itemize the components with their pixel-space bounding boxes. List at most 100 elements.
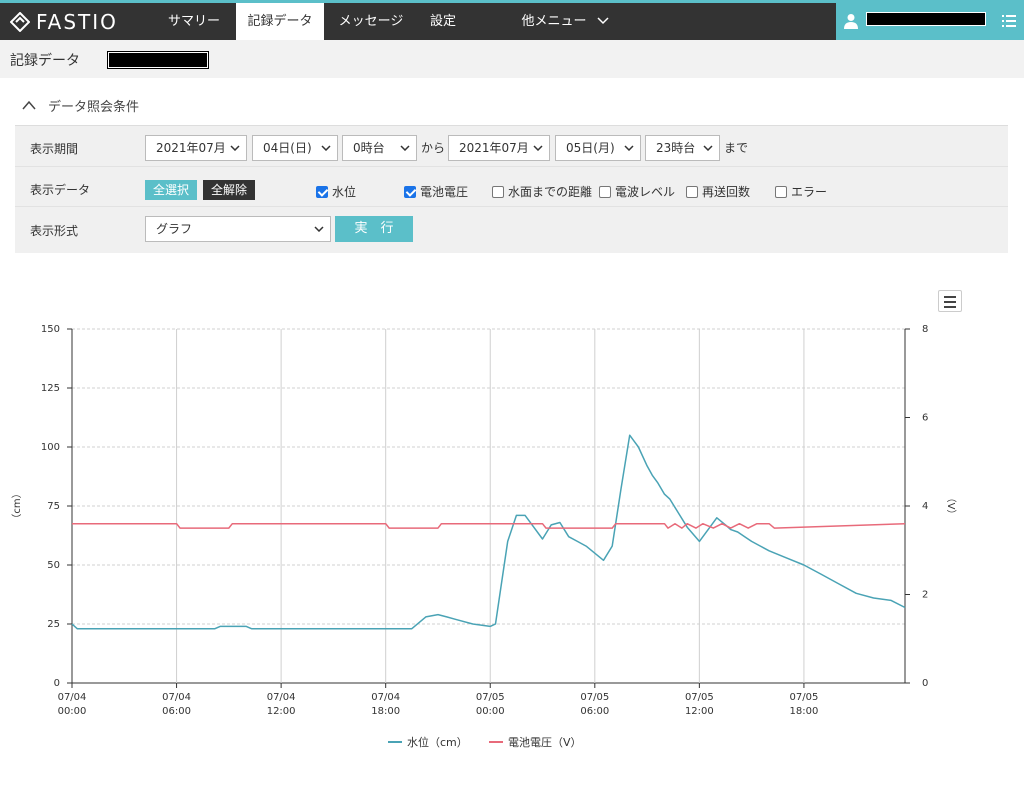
conditions-panel: 表示期間 2021年07月 04日(日) 0時台 から 2021年07月 05日… [15,125,1008,253]
format-row: 表示形式 グラフ 実 行 [15,207,1008,254]
x-tick-label-time: 00:00 [58,706,87,717]
x-tick-label-time: 18:00 [371,706,400,717]
x-tick-label-time: 12:00 [685,706,714,717]
from-month-value: 2021年07月 [156,141,226,155]
fastio-logo-icon [10,12,30,32]
chevron-down-icon [703,145,713,151]
to-month-value: 2021年07月 [459,141,529,155]
format-value: グラフ [156,222,193,236]
chevron-down-icon [400,145,410,151]
y-tick-label-left: 25 [47,619,60,630]
to-text: まで [724,141,749,155]
y-tick-label-left: 50 [47,560,60,571]
logo-text: FASTIO [36,10,118,34]
checkbox-resend-count[interactable]: 再送回数 [686,183,750,200]
logo[interactable]: FASTIO [10,8,118,36]
chevron-down-icon [314,226,324,232]
checkbox-box[interactable] [599,185,611,198]
y-tick-label-right: 4 [922,501,928,512]
y-tick-label-left: 100 [41,442,60,453]
to-month-select[interactable]: 2021年07月 [448,135,550,161]
checkbox-box[interactable] [404,185,416,198]
y-tick-label-right: 2 [922,590,928,601]
checkbox-box[interactable] [775,185,787,198]
checkbox-water-level[interactable]: 水位 [316,183,356,200]
run-button[interactable]: 実 行 [335,216,413,242]
nav-records[interactable]: 記録データ [236,3,324,40]
chart: 0 25 50 75 100 125 150 0 2 4 6 8 07/04 00:00 07/04 06:0… [11,324,957,749]
from-month-select[interactable]: 2021年07月 [145,135,247,161]
y-tick-label-right: 6 [922,413,928,424]
select-all-button[interactable]: 全選択 [145,180,197,200]
x-tick-label-date: 07/05 [685,692,714,703]
page-title: 記録データ [10,53,80,69]
checkbox-box[interactable] [316,185,328,198]
x-tick-label-date: 07/05 [580,692,609,703]
user-icon[interactable] [844,13,858,29]
hamburger-icon [944,296,956,298]
list-menu-icon[interactable] [1002,14,1016,28]
y-axis-label-right: （V） [945,493,957,520]
to-hour-select[interactable]: 23時台 [645,135,720,161]
y-tick-label-left: 125 [41,383,60,394]
format-label: 表示形式 [30,224,79,238]
from-day-select[interactable]: 04日(日) [252,135,338,161]
x-tick-label-time: 06:00 [162,706,191,717]
conditions-header-label: データ照会条件 [48,99,140,115]
checkbox-distance-to-water[interactable]: 水面までの距離 [492,183,592,200]
x-tick-label-time: 06:00 [580,706,609,717]
legend-label-battery-voltage: 電池電圧（V） [508,736,582,749]
y-tick-label-right: 8 [922,324,928,335]
to-day-value: 05日(月) [566,141,615,155]
chart-menu-button[interactable] [938,290,962,312]
x-tick-label-date: 07/05 [476,692,505,703]
to-hour-value: 23時台 [656,141,696,155]
data-label: 表示データ [30,183,91,197]
checkbox-battery-voltage[interactable]: 電池電圧 [404,183,468,200]
checkbox-error[interactable]: エラー [775,183,827,200]
checkbox-label: 電波レベル [615,185,676,199]
format-select[interactable]: グラフ [145,216,331,242]
nav-messages[interactable]: メッセージ [328,3,414,40]
nav-settings[interactable]: 設定 [420,3,466,40]
hamburger-icon [944,306,956,308]
nav-other-label: 他メニュー [521,14,587,29]
y-tick-label-right: 0 [922,678,928,689]
to-day-select[interactable]: 05日(月) [555,135,641,161]
checkbox-box[interactable] [686,185,698,198]
chevron-down-icon [624,145,634,151]
page-title-bar: 記録データ [0,40,1024,78]
checkbox-label: エラー [791,185,828,199]
x-tick-label-date: 07/04 [162,692,191,703]
checkbox-signal-level[interactable]: 電波レベル [599,183,675,200]
checkbox-label: 電池電圧 [420,185,469,199]
checkbox-label: 水位 [332,185,357,199]
checkbox-label: 水面までの距離 [508,185,593,199]
nav-other-menu[interactable]: 他メニュー [512,3,618,40]
chevron-down-icon [596,17,609,25]
nav-summary[interactable]: サマリー [152,3,236,40]
period-label: 表示期間 [30,142,79,156]
from-hour-value: 0時台 [353,141,385,155]
y-tick-label-left: 75 [47,501,60,512]
user-area [836,3,1024,40]
x-tick-label-time: 18:00 [790,706,819,717]
chevron-down-icon [533,145,543,151]
x-tick-label-date: 07/04 [58,692,87,703]
checkbox-box[interactable] [492,185,504,198]
from-hour-select[interactable]: 0時台 [342,135,417,161]
clear-all-button[interactable]: 全解除 [203,180,255,200]
series-line-water-level [71,434,906,630]
data-row: 表示データ 全選択 全解除 水位 電池電圧 水面までの距離 電波レベル 再送回数… [15,167,1008,207]
chevron-up-icon [22,100,36,110]
checkbox-label: 再送回数 [702,185,751,199]
from-day-value: 04日(日) [263,141,312,155]
y-axis-label-left: （cm） [11,488,23,523]
top-navbar: FASTIO サマリー 記録データ メッセージ 設定 他メニュー [0,0,1024,40]
y-tick-label-left: 150 [41,324,60,335]
x-tick-label-date: 07/04 [371,692,400,703]
conditions-toggle[interactable]: データ照会条件 [22,95,139,115]
x-tick-label-date: 07/05 [790,692,819,703]
user-name-redacted [866,12,986,26]
y-tick-label-left: 0 [54,678,60,689]
